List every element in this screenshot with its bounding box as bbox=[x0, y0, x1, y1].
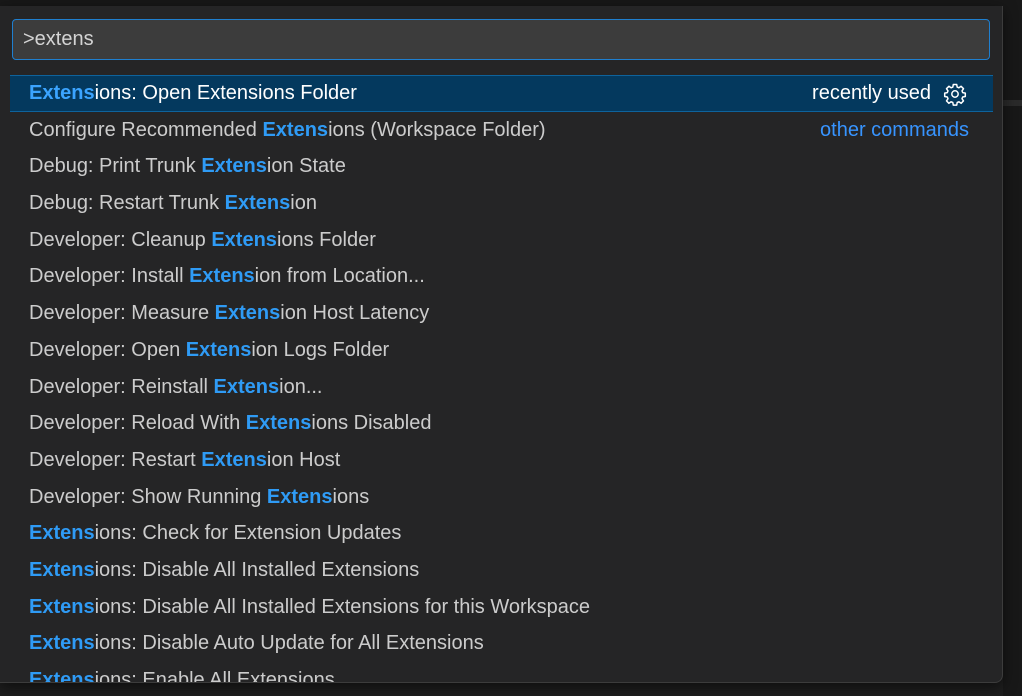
command-item[interactable]: Extensions: Disable Auto Update for All … bbox=[0, 625, 1002, 662]
command-item-prefix: Debug: Restart Trunk bbox=[29, 192, 225, 215]
command-item-match: Extens bbox=[201, 448, 267, 471]
command-list: Extensions: Open Extensions Folder recen… bbox=[0, 75, 1002, 683]
command-item-match: Extens bbox=[211, 228, 277, 251]
command-item-suffix: ions (Workspace Folder) bbox=[328, 118, 546, 141]
command-palette-input[interactable] bbox=[23, 20, 923, 59]
command-item[interactable]: Developer: Restart Extension Host bbox=[0, 442, 1002, 479]
command-item[interactable]: Developer: Cleanup Extensions Folder bbox=[0, 222, 1002, 259]
command-item[interactable]: Developer: Show Running Extensions bbox=[0, 479, 1002, 516]
command-item-match: Extens bbox=[245, 412, 312, 435]
command-item-prefix: Developer: Install bbox=[29, 265, 190, 288]
command-item-suffix: ions: Enable All Extensions bbox=[94, 669, 335, 683]
command-item-suffix: ion from Location... bbox=[254, 265, 425, 288]
command-item[interactable]: Extensions: Check for Extension Updates bbox=[0, 515, 1002, 552]
command-item-prefix: Developer: Reinstall bbox=[29, 375, 214, 398]
command-item-prefix: Developer: Measure bbox=[29, 302, 215, 325]
command-item-match: Extens bbox=[189, 265, 255, 288]
command-palette: Extensions: Open Extensions Folder recen… bbox=[0, 6, 1003, 683]
recently-used-label: recently used bbox=[812, 82, 931, 104]
command-item[interactable]: Developer: Measure Extension Host Latenc… bbox=[0, 295, 1002, 332]
command-item-suffix: ions Folder bbox=[276, 228, 376, 251]
other-commands-label: other commands bbox=[820, 118, 969, 141]
command-item-prefix: Developer: Restart bbox=[29, 448, 202, 471]
command-item-match: Extens bbox=[214, 302, 281, 325]
command-item-prefix: Configure Recommended bbox=[29, 118, 263, 141]
command-item-suffix: ions: Disable Auto Update for All Extens… bbox=[94, 632, 484, 655]
command-item-suffix: ions Disabled bbox=[311, 412, 432, 435]
command-item-suffix: ions: Disable All Installed Extensions f… bbox=[94, 595, 591, 618]
command-item-prefix: Debug: Print Trunk bbox=[29, 155, 202, 178]
command-item-suffix: ion bbox=[290, 192, 317, 215]
command-item[interactable]: Developer: Reload With Extensions Disabl… bbox=[0, 405, 1002, 442]
command-item-label: ions: Open Extensions Folder bbox=[94, 82, 357, 104]
command-item[interactable]: Debug: Print Trunk Extension State bbox=[0, 148, 1002, 185]
command-item-match: Extens bbox=[29, 595, 95, 618]
command-item[interactable]: Extensions: Disable All Installed Extens… bbox=[0, 552, 1002, 589]
command-item-match: Extens bbox=[29, 669, 95, 683]
command-item[interactable]: Extensions: Disable All Installed Extens… bbox=[0, 589, 1002, 626]
command-item-suffix: ion Logs Folder bbox=[251, 338, 390, 361]
command-palette-input-box[interactable] bbox=[12, 19, 990, 60]
command-item-match: Extens bbox=[201, 155, 267, 178]
command-item-prefix: Developer: Open bbox=[29, 338, 186, 361]
command-item-match: Extens bbox=[29, 82, 95, 104]
command-item-prefix: Developer: Reload With bbox=[29, 412, 246, 435]
command-item[interactable]: Configure Recommended Extensions (Worksp… bbox=[0, 112, 1002, 149]
command-item[interactable]: Debug: Restart Trunk Extension bbox=[0, 185, 1002, 222]
command-item-prefix: Developer: Cleanup bbox=[29, 228, 212, 251]
command-item-suffix: ion... bbox=[279, 375, 323, 398]
command-item-suffix: ion Host Latency bbox=[280, 302, 430, 325]
command-item-suffix: ion Host bbox=[266, 448, 341, 471]
command-item-match: Extens bbox=[29, 632, 95, 655]
command-item-suffix: ions: Disable All Installed Extensions bbox=[94, 558, 420, 581]
command-item-match: Extens bbox=[29, 558, 95, 581]
command-item-prefix: Developer: Show Running bbox=[29, 485, 267, 508]
command-item-selected[interactable]: Extensions: Open Extensions Folder recen… bbox=[10, 75, 993, 112]
command-item-match: Extens bbox=[266, 485, 333, 508]
command-item-match: Extens bbox=[185, 338, 252, 361]
command-item-suffix: ions bbox=[332, 485, 370, 508]
gear-icon[interactable] bbox=[943, 82, 967, 106]
command-item[interactable]: Developer: Reinstall Extension... bbox=[0, 369, 1002, 406]
command-item-match: Extens bbox=[224, 192, 291, 215]
command-item[interactable]: Extensions: Enable All Extensions bbox=[0, 662, 1002, 683]
command-item-suffix: ion State bbox=[266, 155, 346, 178]
editor-tab-edge bbox=[1003, 100, 1022, 106]
command-item-suffix: ions: Check for Extension Updates bbox=[94, 522, 402, 545]
command-item-match: Extens bbox=[29, 522, 95, 545]
command-item[interactable]: Developer: Open Extension Logs Folder bbox=[0, 332, 1002, 369]
command-item-match: Extens bbox=[213, 375, 280, 398]
command-item-match: Extens bbox=[262, 118, 329, 141]
command-item[interactable]: Developer: Install Extension from Locati… bbox=[0, 258, 1002, 295]
